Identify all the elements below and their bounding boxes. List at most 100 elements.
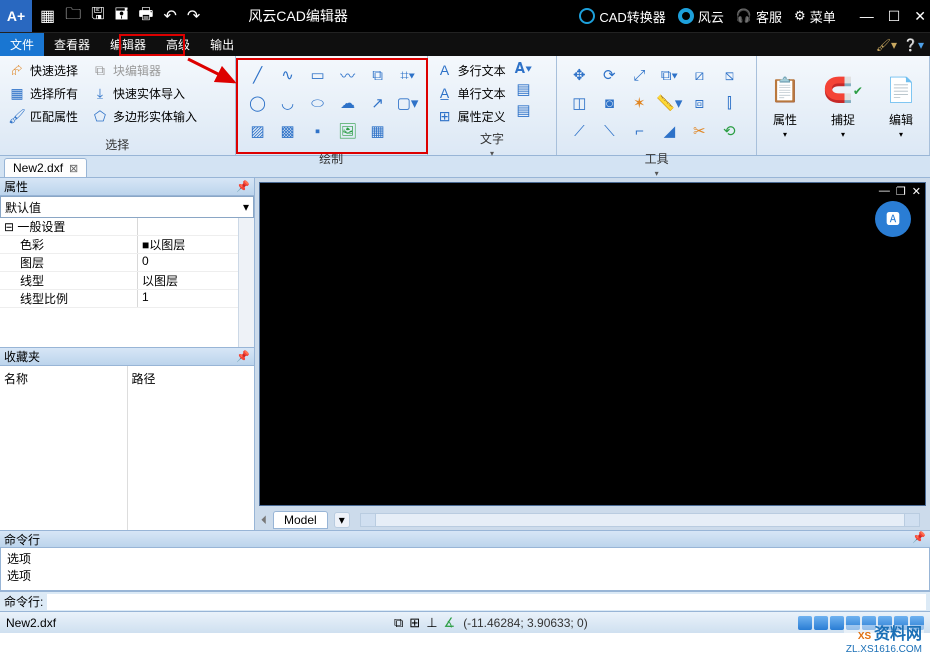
menu-editor[interactable]: 编辑器 [100,33,156,56]
redo-icon[interactable]: ↷ [187,6,200,26]
pin-icon[interactable]: 📌 [236,180,250,193]
selection-combo[interactable]: 默认值▾ [0,196,254,218]
edit-button[interactable]: 📄 编辑▾ [873,69,929,143]
polygon-entity-input-button[interactable]: ⬠多边形实体输入 [89,106,199,126]
line-tool-icon[interactable]: ╱ [244,62,272,88]
new-icon[interactable]: ▦ [40,6,55,26]
open-icon[interactable]: 🗀 [65,3,81,30]
array-tool-icon[interactable]: ⧈ [685,90,713,116]
move-tool-icon[interactable]: ✥ [565,62,593,88]
hatch2-tool-icon[interactable]: ▩ [274,118,302,144]
brush-tool-icon[interactable]: 🖌▾ [876,38,897,52]
canvas-minimize-icon[interactable]: — [879,185,890,198]
point-tool-icon[interactable]: ▪ [304,118,332,144]
prop-ltscale-value[interactable]: 1 [138,290,254,307]
status-polar-icon[interactable]: ∡ [444,615,456,631]
trim-tool-icon[interactable]: ⟋ [565,118,593,144]
quick-select-button[interactable]: ⮳快速选择 [6,60,80,80]
ray-tool-icon[interactable]: ↗ [364,90,392,116]
mirror-tool-icon[interactable]: ◫ [565,90,593,116]
model-tab[interactable]: Model [273,511,328,529]
close-tab-icon[interactable]: ⊠ [69,162,78,175]
minimize-button[interactable]: — [860,8,874,25]
properties-button[interactable]: 📋 属性▾ [757,69,813,143]
clip2-tool-icon[interactable]: ⧅ [715,62,743,88]
horizontal-scrollbar[interactable] [360,513,920,527]
close-button[interactable]: ✕ [914,8,926,25]
match-properties-button[interactable]: 🖌匹配属性 [6,106,80,126]
menu-output[interactable]: 输出 [200,33,244,56]
grid-tool-icon[interactable]: ▦ [364,118,392,144]
select-all-button[interactable]: ▦选择所有 [6,83,80,103]
block-editor-button[interactable]: ⧉块编辑器 [89,60,199,80]
save-as-icon[interactable]: 🖬 [115,3,129,30]
copy-tool-icon[interactable]: ⧉▾ [655,62,683,88]
prop-linetype-value[interactable]: 以图层 [138,272,254,289]
fengyun-link[interactable]: 风云 [678,7,724,26]
layout-prev-icon[interactable]: ⏴ [261,513,267,528]
menu-file[interactable]: 文件 [0,33,44,56]
mtext-button[interactable]: A多行文本 [434,60,508,80]
measure-tool-icon[interactable]: 📏▾ [655,90,683,116]
command-input[interactable] [47,594,926,610]
arc-tool-icon[interactable]: ◡ [274,90,302,116]
rectangle-tool-icon[interactable]: ▭ [304,62,332,88]
ellipse-tool-icon[interactable]: ⬭ [304,90,332,116]
block-insert-icon[interactable]: ⧉ [364,62,392,88]
attdef-button[interactable]: ⊞属性定义 [434,106,508,126]
circle-tool-icon[interactable]: ◯ [244,90,272,116]
canvas-close-icon[interactable]: ✕ [912,185,921,198]
rotate-tool-icon[interactable]: ⟳ [595,62,623,88]
scale-tool-icon[interactable]: ⤢ [625,62,653,88]
menu-link[interactable]: ⚙菜单 [794,7,836,26]
document-tab[interactable]: New2.dxf ⊠ [4,158,87,177]
spline-tool-icon[interactable]: 〰 [334,62,362,88]
align-tool-icon[interactable]: ⫿ [715,90,743,116]
polyline-tool-icon[interactable]: ∿ [274,62,302,88]
stext-button[interactable]: A̲单行文本 [434,83,508,103]
pin-icon[interactable]: 📌 [236,350,250,363]
revcloud-tool-icon[interactable]: ☁ [334,90,362,116]
explode-tool-icon[interactable]: ✶ [625,90,653,116]
tools-panel-expand[interactable]: ▾ [557,169,756,178]
support-link[interactable]: 🎧客服 [736,7,782,26]
extend-tool-icon[interactable]: ⟍ [595,118,623,144]
break-tool-icon[interactable]: ✂ [685,118,713,144]
save-icon[interactable]: 🖫 [91,3,105,30]
text-panel-expand[interactable]: ▾ [428,149,557,158]
texttool1-icon[interactable]: ▤ [515,80,533,98]
table-tool-icon[interactable]: ⌗▾ [394,62,422,88]
hatch-tool-icon[interactable]: ▨ [244,118,272,144]
drawing-canvas[interactable]: — ❐ ✕ 🅰 [259,182,926,506]
chamfer-tool-icon[interactable]: ◢ [655,118,683,144]
textstyle-icon[interactable]: 𝐀▾ [515,60,533,77]
maximize-button[interactable]: ☐ [888,8,901,25]
status-snap-icon[interactable]: ⧉ [394,615,403,631]
quick-entity-import-button[interactable]: ⤓快速实体导入 [89,83,199,103]
properties-scrollbar[interactable] [238,218,254,347]
texttool2-icon[interactable]: ▤ [515,101,533,119]
clip1-tool-icon[interactable]: ⧄ [685,62,713,88]
menu-viewer[interactable]: 查看器 [44,33,100,56]
image-tool-icon[interactable]: 🖼 [334,118,362,144]
pin-icon[interactable]: 📌 [912,531,926,547]
status-dot-icon[interactable] [830,616,844,630]
prop-color-value[interactable]: ■以图层 [138,236,254,253]
offset-tool-icon[interactable]: ◙ [595,90,623,116]
prop-group-general[interactable]: ⊟ 一般设置 [0,218,138,235]
canvas-badge-icon[interactable]: 🅰 [875,201,911,237]
status-dot-icon[interactable] [814,616,828,630]
cad-converter-link[interactable]: CAD转换器 [579,7,665,26]
refresh-tool-icon[interactable]: ⟲ [715,118,743,144]
status-grid-icon[interactable]: ⊞ [409,615,420,631]
region-tool-icon[interactable]: ▢▾ [394,90,422,116]
snap-button[interactable]: 🧲✔ 捕捉▾ [815,69,871,143]
menu-advanced[interactable]: 高级 [156,33,200,56]
status-dot-icon[interactable] [798,616,812,630]
print-icon[interactable]: 🖶 [138,3,153,30]
fillet-tool-icon[interactable]: ⌐ [625,118,653,144]
status-ortho-icon[interactable]: ⊥ [426,615,437,631]
prop-layer-value[interactable]: 0 [138,254,254,271]
canvas-restore-icon[interactable]: ❐ [896,185,906,198]
undo-icon[interactable]: ↶ [164,6,177,26]
